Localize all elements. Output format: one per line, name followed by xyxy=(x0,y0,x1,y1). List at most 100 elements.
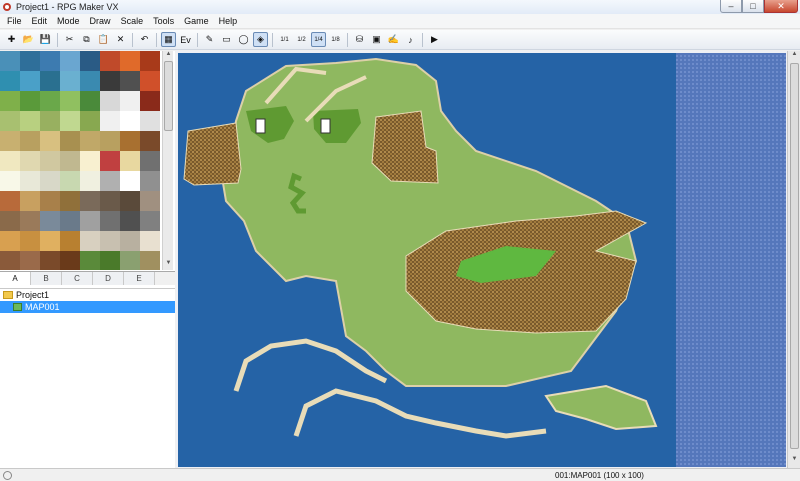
tileset-tile[interactable] xyxy=(60,51,80,71)
map-layer-icon[interactable]: ▦ xyxy=(161,32,176,47)
tileset-tile[interactable] xyxy=(40,131,60,151)
menu-mode[interactable]: Mode xyxy=(52,14,85,29)
map-editor[interactable]: ▲ ▼ xyxy=(176,51,800,468)
tileset-tile[interactable] xyxy=(60,251,80,270)
tileset-tile[interactable] xyxy=(120,171,140,191)
tileset-tile[interactable] xyxy=(120,51,140,71)
maximize-button[interactable]: □ xyxy=(742,0,764,13)
tileset-tile[interactable] xyxy=(140,71,160,91)
tileset-tile[interactable] xyxy=(80,151,100,171)
tileset-tile[interactable] xyxy=(20,231,40,251)
scroll-up-icon[interactable]: ▲ xyxy=(163,51,174,61)
open-project-icon[interactable]: 📂 xyxy=(21,32,36,47)
tab-e[interactable]: E xyxy=(124,272,155,285)
tileset-tile[interactable] xyxy=(80,91,100,111)
tileset-tile[interactable] xyxy=(40,51,60,71)
tileset-tile[interactable] xyxy=(80,231,100,251)
tileset-tile[interactable] xyxy=(80,211,100,231)
tileset-tile[interactable] xyxy=(0,251,20,270)
menu-scale[interactable]: Scale xyxy=(116,14,149,29)
tileset-tile[interactable] xyxy=(60,91,80,111)
tileset-tile[interactable] xyxy=(60,171,80,191)
tileset-tile[interactable] xyxy=(140,51,160,71)
tileset-tile[interactable] xyxy=(100,151,120,171)
tileset-tile[interactable] xyxy=(0,71,20,91)
menu-tools[interactable]: Tools xyxy=(148,14,179,29)
database-icon[interactable]: ⛁ xyxy=(352,32,367,47)
tileset-tile[interactable] xyxy=(20,171,40,191)
tab-d[interactable]: D xyxy=(93,272,124,285)
tree-item-map001[interactable]: MAP001 xyxy=(0,301,175,313)
tileset-tile[interactable] xyxy=(40,91,60,111)
event-layer-icon[interactable]: Ev xyxy=(178,32,193,47)
tileset-tile[interactable] xyxy=(0,231,20,251)
tileset-tile[interactable] xyxy=(60,131,80,151)
tileset-tile[interactable] xyxy=(100,91,120,111)
tileset-tile[interactable] xyxy=(40,191,60,211)
tileset-tile[interactable] xyxy=(120,131,140,151)
cut-icon[interactable]: ✂ xyxy=(62,32,77,47)
tileset-tile[interactable] xyxy=(0,111,20,131)
tileset-tile[interactable] xyxy=(100,111,120,131)
tileset-tile[interactable] xyxy=(100,211,120,231)
close-button[interactable]: ✕ xyxy=(764,0,798,13)
tileset-tile[interactable] xyxy=(100,191,120,211)
tileset-tile[interactable] xyxy=(40,231,60,251)
minimize-button[interactable]: – xyxy=(720,0,742,13)
tileset-tile[interactable] xyxy=(80,51,100,71)
tileset-tile[interactable] xyxy=(120,191,140,211)
tileset-tile[interactable] xyxy=(80,111,100,131)
tab-a[interactable]: A xyxy=(0,272,31,285)
tileset-tile[interactable] xyxy=(140,191,160,211)
tileset-tile[interactable] xyxy=(120,151,140,171)
tileset-tile[interactable] xyxy=(120,211,140,231)
map-scrollbar[interactable]: ▲ ▼ xyxy=(787,51,800,468)
tileset-tile[interactable] xyxy=(80,171,100,191)
copy-icon[interactable]: ⧉ xyxy=(79,32,94,47)
tileset-tile[interactable] xyxy=(80,131,100,151)
tileset-tile[interactable] xyxy=(120,251,140,270)
fill-icon[interactable]: ◈ xyxy=(253,32,268,47)
tileset-tile[interactable] xyxy=(60,71,80,91)
tileset-tile[interactable] xyxy=(60,191,80,211)
scale-1-4-icon[interactable]: 1/4 xyxy=(311,32,326,47)
paste-icon[interactable]: 📋 xyxy=(96,32,111,47)
menu-edit[interactable]: Edit xyxy=(27,14,53,29)
menu-draw[interactable]: Draw xyxy=(85,14,116,29)
tileset-tile[interactable] xyxy=(120,111,140,131)
tileset-tile[interactable] xyxy=(140,91,160,111)
playtest-icon[interactable]: ▶ xyxy=(427,32,442,47)
tileset-tile[interactable] xyxy=(100,131,120,151)
ellipse-icon[interactable]: ◯ xyxy=(236,32,251,47)
undo-icon[interactable]: ↶ xyxy=(137,32,152,47)
tileset-tile[interactable] xyxy=(40,151,60,171)
tab-b[interactable]: B xyxy=(31,272,62,285)
rectangle-icon[interactable]: ▭ xyxy=(219,32,234,47)
tileset-tile[interactable] xyxy=(140,171,160,191)
tileset-tile[interactable] xyxy=(40,71,60,91)
tab-c[interactable]: C xyxy=(62,272,93,285)
tileset-tile[interactable] xyxy=(40,171,60,191)
scale-1-8-icon[interactable]: 1/8 xyxy=(328,32,343,47)
menu-game[interactable]: Game xyxy=(179,14,214,29)
tree-item-project[interactable]: Project1 xyxy=(0,289,175,301)
tileset-tile[interactable] xyxy=(120,71,140,91)
map-scroll-thumb[interactable] xyxy=(790,63,799,449)
sound-test-icon[interactable]: ♪ xyxy=(403,32,418,47)
tileset-tile[interactable] xyxy=(60,151,80,171)
tileset-tile[interactable] xyxy=(20,251,40,270)
materials-icon[interactable]: ▣ xyxy=(369,32,384,47)
tileset-tile[interactable] xyxy=(20,111,40,131)
tileset-tile[interactable] xyxy=(20,191,40,211)
menu-file[interactable]: File xyxy=(2,14,27,29)
map-canvas[interactable] xyxy=(176,51,788,468)
tileset-tile[interactable] xyxy=(20,211,40,231)
tileset-tile[interactable] xyxy=(0,91,20,111)
tileset-tile[interactable] xyxy=(20,51,40,71)
tileset-scroll-thumb[interactable] xyxy=(164,61,173,131)
tileset-tile[interactable] xyxy=(140,131,160,151)
tileset-tile[interactable] xyxy=(80,251,100,270)
tileset-tile[interactable] xyxy=(40,211,60,231)
tileset-tile[interactable] xyxy=(120,91,140,111)
new-project-icon[interactable]: ✚ xyxy=(4,32,19,47)
